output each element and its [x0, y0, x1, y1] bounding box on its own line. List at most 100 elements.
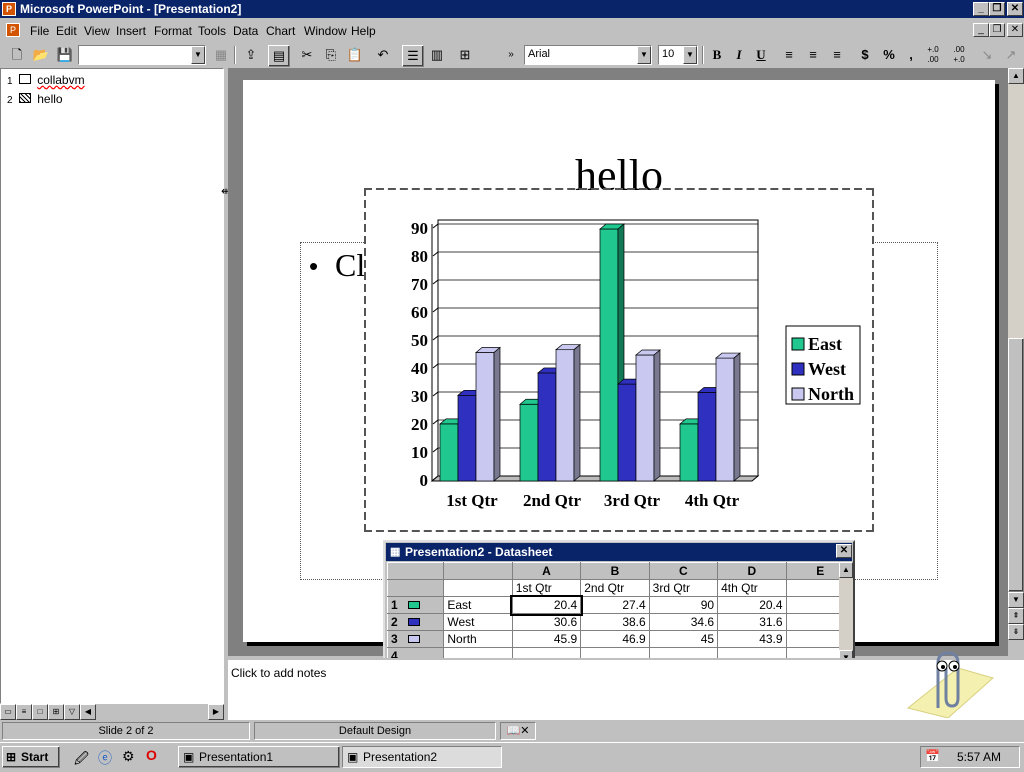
- view-datasheet-icon[interactable]: ▤: [268, 45, 290, 67]
- row-header[interactable]: [387, 579, 445, 597]
- column-header[interactable]: A: [511, 562, 582, 580]
- column-header[interactable]: C: [648, 562, 719, 580]
- data-cell[interactable]: 46.9: [580, 630, 650, 648]
- document-icon[interactable]: P: [6, 23, 20, 37]
- more-buttons-icon[interactable]: »: [500, 45, 522, 67]
- task-presentation2[interactable]: ▣ Presentation2: [342, 746, 502, 768]
- slide-show-icon[interactable]: ▽: [64, 704, 80, 720]
- save-icon[interactable]: 💾: [54, 45, 76, 67]
- series-name-cell[interactable]: East: [443, 596, 513, 614]
- menu-tools[interactable]: Tools: [198, 24, 226, 38]
- copy-icon[interactable]: ⎘: [320, 45, 342, 67]
- column-header[interactable]: B: [580, 562, 650, 580]
- powerpoint-icon[interactable]: P: [2, 2, 16, 16]
- by-row-icon[interactable]: ☰: [402, 45, 424, 67]
- outline-pane[interactable]: 1 collabvm 2 hello ⇹: [0, 68, 231, 704]
- open-icon[interactable]: 📂: [30, 45, 52, 67]
- font-size-combo[interactable]: 10 ▼: [658, 45, 698, 65]
- data-cell[interactable]: 43.9: [717, 630, 787, 648]
- minimize-button[interactable]: _: [973, 2, 989, 16]
- data-cell[interactable]: [785, 613, 839, 631]
- scroll-up-icon[interactable]: ▲: [839, 562, 853, 578]
- data-cell[interactable]: 45: [648, 630, 719, 648]
- data-cell[interactable]: 31.6: [717, 613, 787, 631]
- row-label-header[interactable]: [443, 562, 513, 580]
- series-name-cell[interactable]: North: [443, 630, 513, 648]
- bold-button[interactable]: B: [706, 45, 728, 67]
- restore-button[interactable]: ❐: [989, 2, 1005, 16]
- notes-placeholder[interactable]: Click to add notes: [231, 666, 326, 680]
- data-cell[interactable]: 27.4: [580, 596, 650, 614]
- chart-object[interactable]: 0 10 20 30 40 50 60 70 80 90 1st Qtr 2nd Qtr 3rd Qtr…: [366, 190, 872, 530]
- percent-button[interactable]: %: [878, 45, 900, 67]
- datasheet-close-button[interactable]: ✕: [836, 544, 852, 558]
- data-cell[interactable]: 45.9: [511, 630, 582, 648]
- normal-view-icon[interactable]: ▭: [0, 704, 16, 720]
- font-combo[interactable]: Arial ▼: [524, 45, 652, 65]
- datasheet-grid-area[interactable]: A B C D E 1st Qtr 2nd Qtr 3rd Qtr 4th Qtr 1 East 20…: [387, 562, 839, 666]
- category-cell[interactable]: [785, 579, 839, 597]
- task-presentation1[interactable]: ▣ Presentation1: [178, 746, 340, 768]
- explorer-icon[interactable]: ⚙: [122, 748, 135, 765]
- series-name-cell[interactable]: West: [443, 613, 513, 631]
- outline-view-icon[interactable]: ≡: [16, 704, 32, 720]
- scheduler-icon[interactable]: 📅: [925, 749, 940, 763]
- menu-window[interactable]: Window: [304, 24, 347, 38]
- previous-slide-icon[interactable]: ⇞: [1008, 608, 1024, 624]
- align-center-icon[interactable]: ≡: [802, 45, 824, 67]
- outline-item-1[interactable]: 1 collabvm: [7, 73, 85, 87]
- column-header[interactable]: E: [785, 562, 839, 580]
- row-header[interactable]: 3: [387, 630, 445, 648]
- underline-button[interactable]: U: [750, 45, 772, 67]
- menu-format[interactable]: Format: [154, 24, 192, 38]
- currency-button[interactable]: $: [854, 45, 876, 67]
- menu-edit[interactable]: Edit: [56, 24, 77, 38]
- column-header[interactable]: D: [717, 562, 787, 580]
- datasheet-title-bar[interactable]: ▦ Presentation2 - Datasheet ✕: [386, 543, 852, 561]
- data-cell[interactable]: 20.4: [510, 594, 583, 616]
- select-all-corner[interactable]: [387, 562, 445, 580]
- slide-sorter-icon[interactable]: ⊞: [48, 704, 64, 720]
- new-icon[interactable]: 🗋: [6, 45, 28, 67]
- comma-button[interactable]: ,: [900, 45, 922, 67]
- category-cell[interactable]: 2nd Qtr: [580, 579, 650, 597]
- scroll-left-icon[interactable]: ◀: [80, 704, 96, 720]
- datasheet-vscroll[interactable]: ▲ ▼: [839, 562, 853, 666]
- cut-icon[interactable]: ✂: [296, 45, 318, 67]
- clock[interactable]: 5:57 AM: [957, 750, 1001, 764]
- menu-data[interactable]: Data: [233, 24, 258, 38]
- outline-item-2[interactable]: 2 hello: [7, 92, 63, 106]
- next-slide-icon[interactable]: ⇟: [1008, 624, 1024, 640]
- menu-chart[interactable]: Chart: [266, 24, 295, 38]
- chart-objects-combo[interactable]: ▼: [78, 45, 206, 65]
- data-cell[interactable]: 20.4: [717, 596, 787, 614]
- scroll-up-icon[interactable]: ▲: [1008, 68, 1024, 84]
- data-cell[interactable]: 30.6: [511, 613, 582, 631]
- angle-text-down-icon[interactable]: ↘: [976, 45, 998, 67]
- undo-icon[interactable]: ↶: [372, 45, 394, 67]
- doc-minimize-button[interactable]: _: [973, 23, 989, 37]
- start-button[interactable]: ⊞ Start: [2, 746, 60, 768]
- decrease-decimal-button[interactable]: .00 +.0: [948, 45, 970, 67]
- category-cell[interactable]: 1st Qtr: [511, 579, 582, 597]
- increase-decimal-button[interactable]: +.0 .00: [922, 45, 944, 67]
- show-desktop-icon[interactable]: 🖉: [74, 748, 89, 772]
- doc-close-button[interactable]: ✕: [1007, 23, 1023, 37]
- slide-view-icon[interactable]: □: [32, 704, 48, 720]
- cell[interactable]: [443, 579, 513, 597]
- office-assistant-clippy[interactable]: [898, 648, 998, 719]
- import-file-icon[interactable]: ⇪: [240, 45, 262, 67]
- close-button[interactable]: ✕: [1007, 2, 1023, 16]
- data-cell[interactable]: 90: [648, 596, 719, 614]
- paste-icon[interactable]: 📋: [344, 45, 366, 67]
- vertical-scrollbar[interactable]: ▲ ▼ ⇞ ⇟: [1008, 68, 1024, 640]
- scroll-right-icon[interactable]: ▶: [208, 704, 224, 720]
- italic-button[interactable]: I: [728, 45, 750, 67]
- scroll-down-icon[interactable]: ▼: [1008, 592, 1024, 608]
- internet-explorer-icon[interactable]: ⓔ: [98, 748, 112, 768]
- menu-insert[interactable]: Insert: [116, 24, 146, 38]
- data-cell[interactable]: 34.6: [648, 613, 719, 631]
- category-cell[interactable]: 3rd Qtr: [648, 579, 719, 597]
- menu-view[interactable]: View: [84, 24, 110, 38]
- row-header[interactable]: 2: [387, 613, 445, 631]
